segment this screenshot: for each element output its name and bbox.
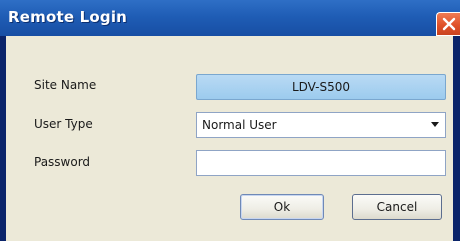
dialog-body: Site Name LDV-S500 User Type Normal User… [6, 36, 453, 241]
site-name-value: LDV-S500 [291, 80, 351, 94]
close-button[interactable] [436, 12, 460, 36]
user-type-value: Normal User [202, 118, 277, 132]
user-type-select[interactable]: Normal User [196, 112, 446, 138]
user-type-label: User Type [34, 117, 93, 131]
dropdown-arrow-icon[interactable] [429, 119, 441, 131]
password-input[interactable] [196, 150, 446, 176]
site-name-label: Site Name [34, 78, 97, 92]
cancel-button-label: Cancel [376, 200, 418, 214]
password-label: Password [34, 155, 91, 169]
remote-login-dialog: Remote Login Site Name LDV-S500 User Typ… [0, 0, 460, 241]
close-icon [442, 17, 456, 31]
site-name-field: LDV-S500 [196, 74, 446, 100]
dialog-title: Remote Login [8, 8, 128, 26]
cancel-button[interactable]: Cancel [352, 194, 442, 220]
ok-button-label: Ok [273, 200, 291, 214]
ok-button[interactable]: Ok [240, 194, 324, 220]
title-bar[interactable]: Remote Login [0, 0, 460, 36]
